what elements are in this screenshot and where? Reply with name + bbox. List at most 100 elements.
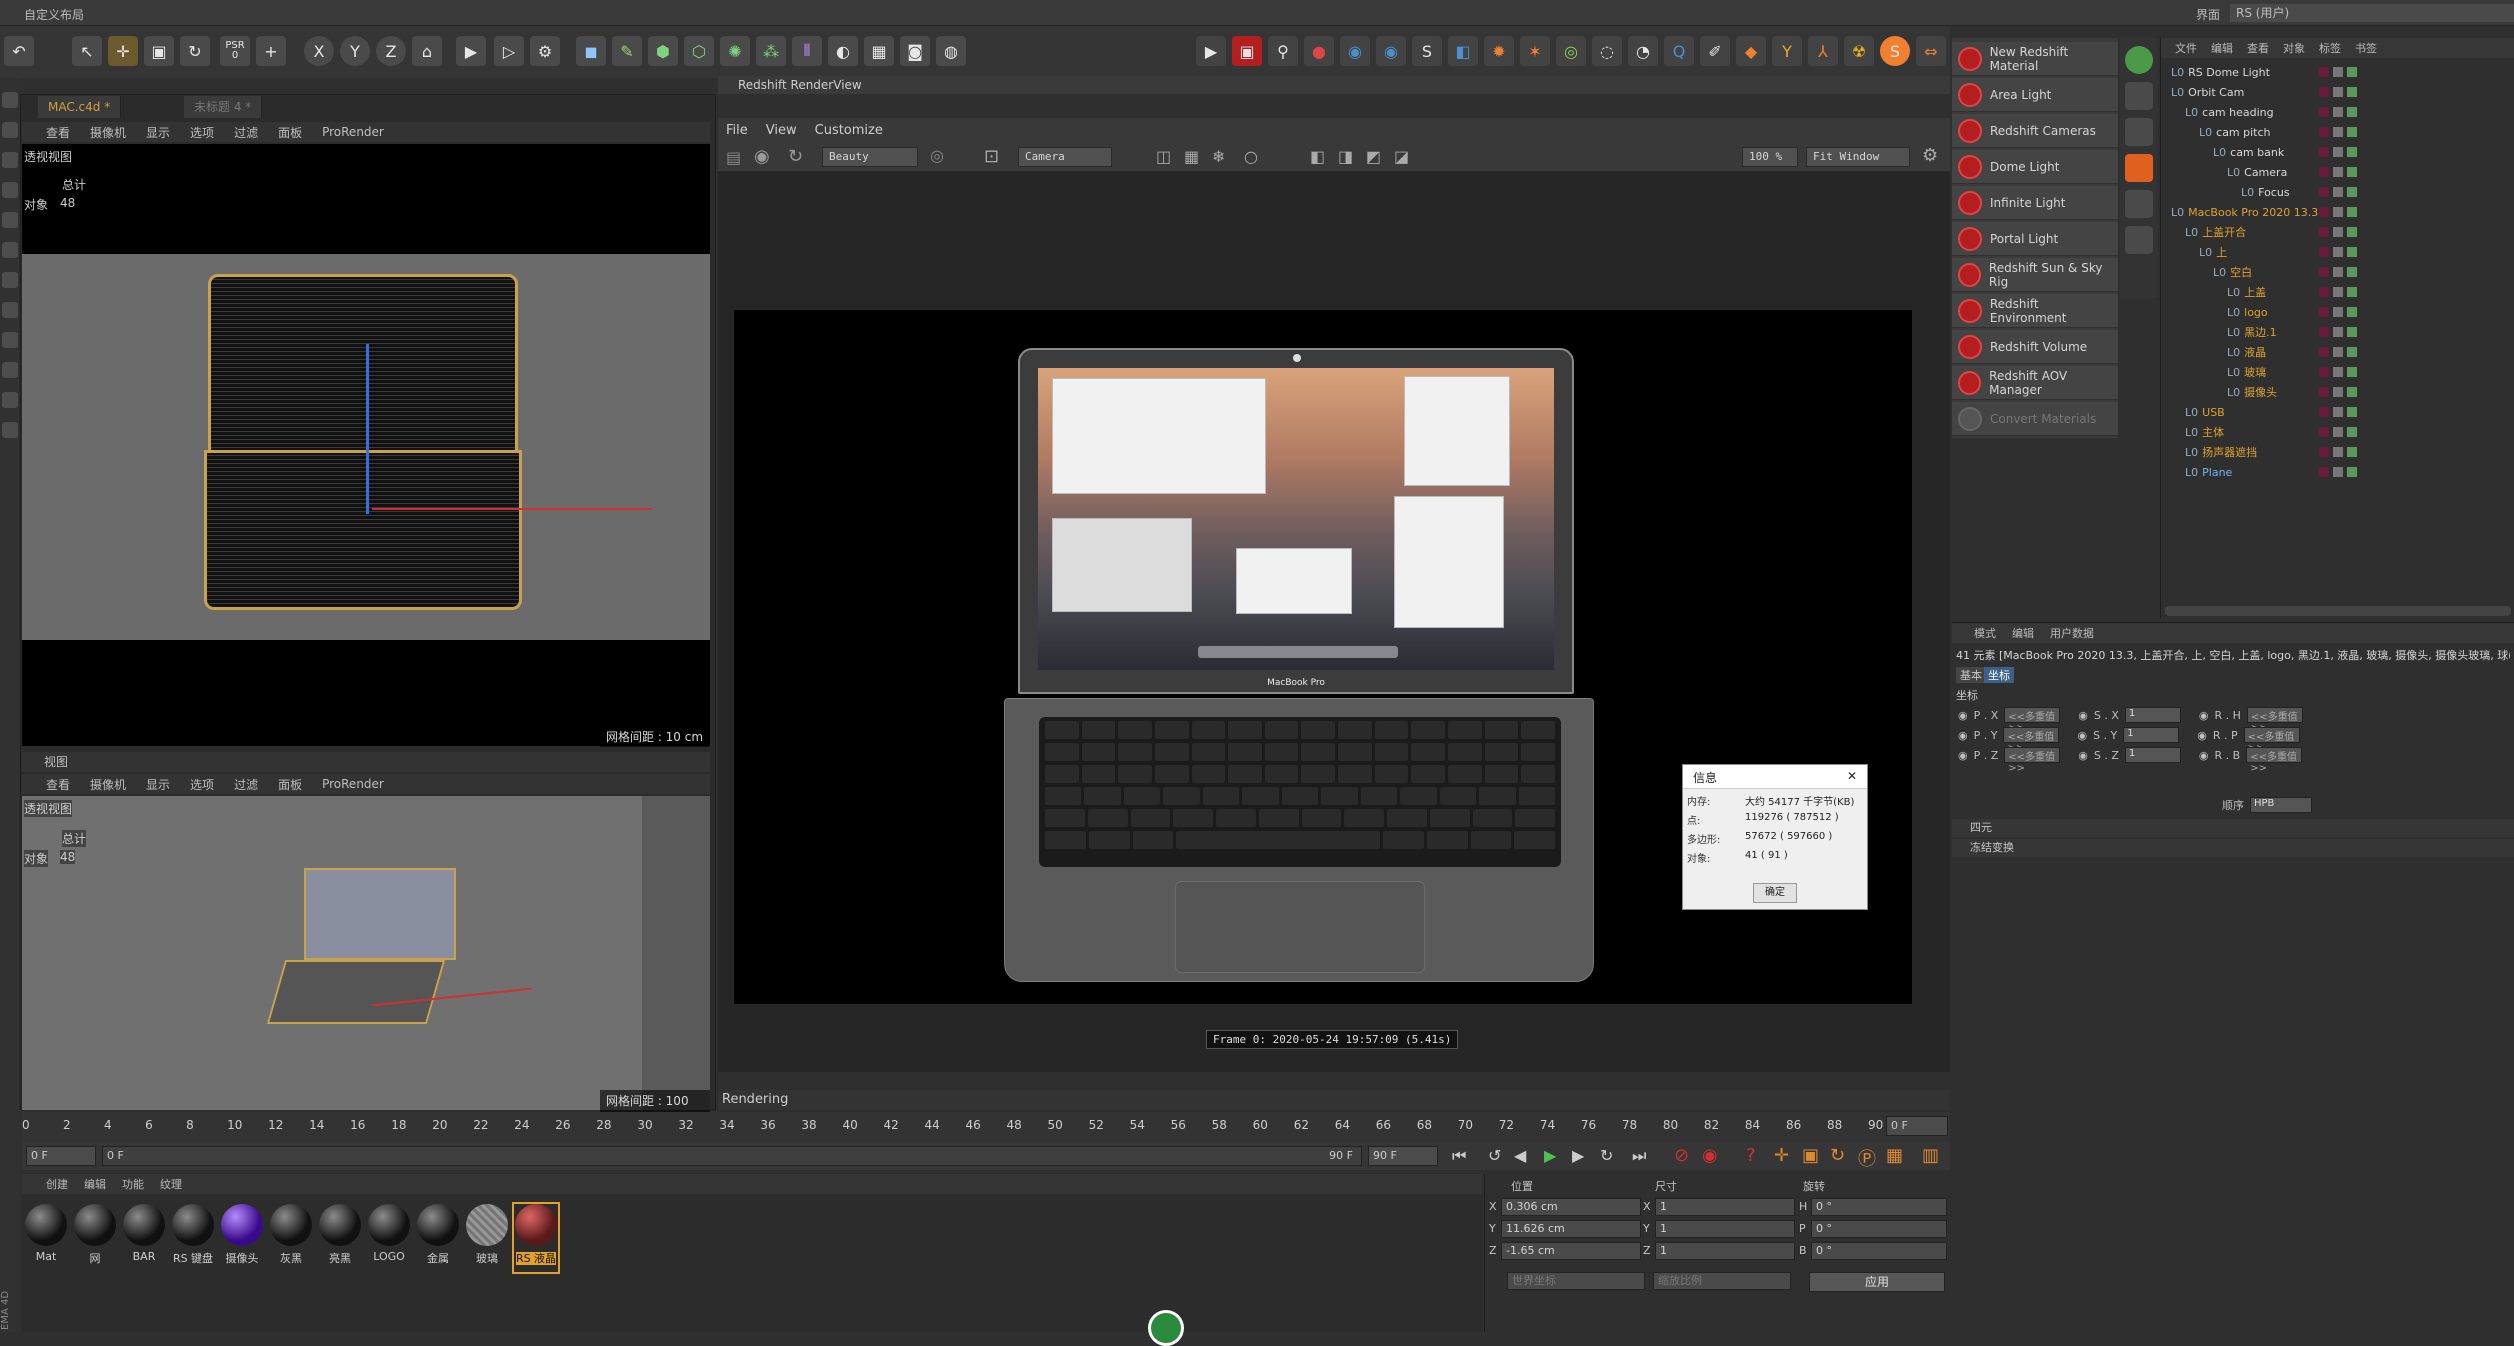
zoom-select[interactable]: 100 % <box>1742 147 1798 167</box>
om-menu-bookmarks[interactable]: 书签 <box>2355 40 2377 56</box>
rv-settings-icon[interactable]: ⚙ <box>1922 145 1938 166</box>
camera-select[interactable]: Camera <box>1018 147 1112 167</box>
deformer-icon[interactable]: ✺ <box>720 36 750 66</box>
mode-polygons-icon[interactable] <box>2 212 18 228</box>
render-view-icon[interactable]: ▶ <box>456 36 486 66</box>
object-name[interactable]: Plane <box>2202 466 2232 479</box>
tab-basic[interactable]: 基本 <box>1956 667 1986 683</box>
vp-menu-panel[interactable]: 面板 <box>278 124 302 141</box>
vp-menu-cameras[interactable]: 摄像机 <box>90 124 126 141</box>
object-name[interactable]: 上盖开合 <box>2202 224 2246 240</box>
object-row[interactable]: L0 cam bank <box>2213 142 2284 162</box>
object-row[interactable]: L0 Orbit Cam <box>2171 82 2244 102</box>
next-frame-icon[interactable]: ▶ <box>1572 1146 1584 1165</box>
om-menu-tags[interactable]: 标签 <box>2319 40 2341 56</box>
figure-icon[interactable] <box>2125 226 2153 254</box>
material-swatch[interactable]: 网 <box>73 1204 117 1272</box>
rs-light-icon[interactable]: ● <box>1304 36 1334 66</box>
object-row[interactable]: L0 上盖开合 <box>2185 222 2246 242</box>
object-name[interactable]: logo <box>2244 306 2268 319</box>
object-row[interactable]: L0 上盖 <box>2227 282 2266 302</box>
pill-icon[interactable] <box>2125 82 2153 110</box>
material-swatch[interactable]: 玻璃 <box>465 1204 509 1272</box>
rs-qr-icon[interactable]: Q <box>1664 36 1694 66</box>
rv-copy-icon[interactable]: ◪ <box>1394 147 1409 166</box>
object-name[interactable]: 上盖 <box>2244 284 2266 300</box>
object-name[interactable]: 扬声器遮挡 <box>2202 444 2257 460</box>
scale-field[interactable]: 1 <box>2124 707 2181 723</box>
object-row[interactable]: L0 Plane <box>2185 462 2232 482</box>
coord-position-field[interactable]: -1.65 cm <box>1501 1242 1641 1260</box>
rs-volume-icon[interactable]: ◌ <box>1592 36 1622 66</box>
object-flags[interactable] <box>2319 347 2357 357</box>
rv-grid-icon[interactable]: ▦ <box>1184 147 1199 166</box>
key-grid-icon[interactable]: ▦ <box>1886 1145 1903 1166</box>
object-row[interactable]: L0 扬声器遮挡 <box>2185 442 2257 462</box>
viewport-perspective-2[interactable]: 透视视图 总计 对象 48 网格间距 : 100 cm <box>22 796 710 1125</box>
rs-s-icon[interactable]: S <box>1880 36 1910 66</box>
object-flags[interactable] <box>2319 407 2357 417</box>
rs-material-icon[interactable]: ⚲ <box>1268 36 1298 66</box>
rs-new-material-button[interactable]: New Redshift Material <box>1952 42 2118 76</box>
object-name[interactable]: cam pitch <box>2216 126 2270 139</box>
rot-field[interactable]: <<多重值>> <box>2246 747 2303 774</box>
y-axis-button[interactable]: Y <box>340 36 370 66</box>
om-menu-objects[interactable]: 对象 <box>2283 40 2305 56</box>
ok-button[interactable]: 确定 <box>1753 883 1797 903</box>
object-flags[interactable] <box>2319 307 2357 317</box>
goto-start-icon[interactable]: ⏮ <box>1452 1146 1466 1166</box>
add-object-icon[interactable]: + <box>256 36 286 66</box>
object-row[interactable]: L0 Focus <box>2241 182 2290 202</box>
triangle-icon[interactable] <box>2125 190 2153 218</box>
rs-tag-icon[interactable]: ◧ <box>1448 36 1478 66</box>
aov-select[interactable]: Beauty <box>822 147 918 167</box>
mat-menu-create[interactable]: 创建 <box>46 1176 68 1192</box>
rv-ipr-icon[interactable]: ◎ <box>930 146 944 165</box>
rv-menu-customize[interactable]: Customize <box>815 123 883 138</box>
rv-play-icon[interactable]: ◉ <box>754 146 770 167</box>
object-flags[interactable] <box>2319 247 2357 257</box>
object-row[interactable]: L0 logo <box>2227 302 2268 322</box>
object-name[interactable]: cam heading <box>2202 106 2273 119</box>
object-row[interactable]: L0 主体 <box>2185 422 2224 442</box>
end-frame-field[interactable]: 90 F <box>1368 1146 1438 1166</box>
coord-position-field[interactable]: 11.626 cm <box>1501 1220 1641 1238</box>
vp-menu-prorender[interactable]: ProRender <box>322 125 384 139</box>
vp-menu-view[interactable]: 查看 <box>46 124 70 141</box>
mode-solo-icon[interactable] <box>2 362 18 378</box>
rv-circle-icon[interactable]: ○ <box>1244 147 1258 166</box>
om-menu-view[interactable]: 查看 <box>2247 40 2269 56</box>
scale-mode-select[interactable]: 缩放比例 <box>1653 1272 1791 1290</box>
mode-texture-icon[interactable] <box>2 122 18 138</box>
timeline-ruler[interactable]: 0 2 4 6 8 10 12 14 16 18 20 22 24 26 28 30 32 34 36 38 40 42 4… <box>22 1114 1886 1138</box>
mode-lock-icon[interactable] <box>2 332 18 348</box>
mode-axis-icon[interactable] <box>2 242 18 258</box>
key-scale-icon[interactable]: ▣ <box>1802 1145 1819 1166</box>
attr-menu-userdata[interactable]: 用户数据 <box>2050 625 2094 641</box>
object-flags[interactable] <box>2319 187 2357 197</box>
mat-menu-edit[interactable]: 编辑 <box>84 1176 106 1192</box>
object-name[interactable]: cam bank <box>2230 146 2284 159</box>
goto-end-icon[interactable]: ⏭ <box>1632 1146 1646 1166</box>
cube-icon[interactable]: ◼ <box>576 36 606 66</box>
object-row[interactable]: L0 cam heading <box>2185 102 2274 122</box>
object-row[interactable]: L0 玻璃 <box>2227 362 2266 382</box>
section-freeze-transform[interactable]: 冻结变换 <box>1952 839 2514 857</box>
pos-field[interactable]: <<多重值>> <box>2003 727 2060 754</box>
select-tool-icon[interactable]: ↖ <box>72 36 102 66</box>
rs-fork-icon[interactable]: ⅄ <box>1808 36 1838 66</box>
object-name[interactable]: USB <box>2202 406 2225 419</box>
object-flags[interactable] <box>2319 167 2357 177</box>
material-swatch[interactable]: 金属 <box>416 1204 460 1272</box>
rs-dome-light-button[interactable]: Dome Light <box>1952 150 2118 184</box>
array-icon[interactable]: ⬡ <box>684 36 714 66</box>
interface-select[interactable]: RS (用户) <box>2230 4 2514 22</box>
object-flags[interactable] <box>2319 107 2357 117</box>
object-name[interactable]: 黑边.1 <box>2244 324 2277 340</box>
record-icon[interactable]: ⊘ <box>1674 1145 1689 1166</box>
rs-y-icon[interactable]: Y <box>1772 36 1802 66</box>
rot-field[interactable]: <<多重值>> <box>2246 707 2303 734</box>
radio-icon[interactable]: ◉ <box>2078 709 2088 722</box>
coord-rotation-field[interactable]: 0 ° <box>1811 1242 1947 1260</box>
key-rot-icon[interactable]: ↻ <box>1830 1145 1845 1166</box>
